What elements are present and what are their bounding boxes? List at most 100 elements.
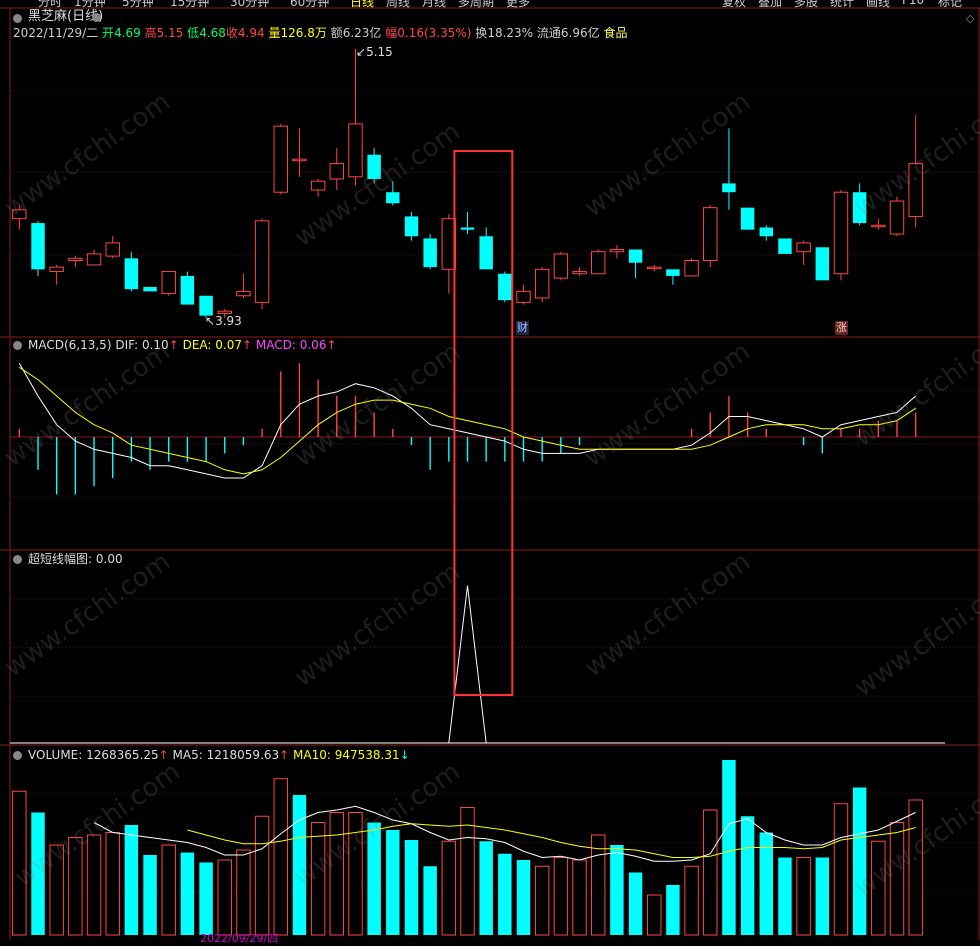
candle-body-up	[161, 271, 176, 295]
candle-body-up	[86, 253, 102, 266]
candle-body-up	[49, 266, 64, 273]
change-label: 幅	[385, 26, 398, 40]
candle-body-up	[833, 191, 849, 275]
candle-body-down	[31, 223, 45, 270]
chaoduan-collapse-icon[interactable]	[13, 553, 22, 567]
volume-bar-up	[49, 844, 64, 936]
vol-arrow: ↑	[158, 748, 169, 762]
volume-bar-down	[124, 825, 139, 935]
close-value: 4.94	[237, 26, 265, 40]
low-label: 低	[187, 26, 200, 40]
volume-bar-up	[889, 822, 905, 936]
volume-bar-up	[329, 812, 345, 936]
volume-bar-down	[610, 845, 624, 935]
candle-body-up	[348, 123, 363, 178]
ma10-value: 947538.31	[334, 748, 400, 762]
volume-bar-up	[534, 865, 550, 936]
date: 2022/11/29/二	[13, 26, 99, 40]
candle-body-down	[199, 295, 213, 316]
ma5-label: MA5:	[172, 748, 203, 762]
volume-bar-down	[516, 860, 531, 935]
candle-body-up	[889, 200, 905, 235]
candle-body-down	[815, 247, 830, 281]
volume-bar-up	[86, 834, 102, 936]
macd-arrow: ↑	[326, 338, 337, 352]
candle-body-down	[722, 183, 736, 193]
volume-bar-up	[684, 865, 699, 936]
vol-name: VOLUME:	[28, 748, 83, 762]
candle-body-down	[460, 227, 475, 230]
volume-bar-up	[161, 844, 176, 936]
volume-bar-up	[105, 832, 120, 936]
candle-body-up	[273, 125, 288, 193]
volume-bar-up	[348, 812, 363, 936]
dea-value: 0.07	[215, 338, 242, 352]
financial-report-badge[interactable]: 财	[516, 321, 529, 335]
volume-bar-up	[254, 815, 270, 936]
volume-bar-up	[703, 809, 718, 936]
dif-label: DIF:	[115, 338, 139, 352]
chaoduan-header: 超短线幅图: 0.00	[28, 552, 123, 566]
volume-bar-up	[553, 857, 569, 936]
candle-body-up	[684, 260, 699, 277]
candle-body-up	[796, 242, 811, 253]
turnover-value: 18.23%	[487, 26, 534, 40]
collapse-icon[interactable]	[13, 11, 22, 25]
candle-body-down	[740, 207, 755, 230]
chaoduan-line	[19, 585, 916, 744]
volume-bar-up	[273, 778, 288, 936]
high-label: 高	[144, 26, 157, 40]
max-price-marker: ↙5.15	[356, 45, 393, 59]
volume-bar-down	[722, 760, 736, 935]
candle-body-up	[329, 163, 345, 180]
candle-body-down	[852, 192, 867, 224]
candle-body-up	[609, 249, 625, 253]
candle-body-down	[124, 258, 139, 290]
diamond-icon[interactable]: ◇	[966, 12, 974, 26]
volume-bar-down	[180, 852, 195, 935]
volume-bar-down	[404, 840, 419, 935]
candle-body-down	[386, 192, 400, 204]
volume-bar-up	[833, 803, 849, 936]
candle-body-up	[534, 268, 550, 299]
volume-bar-up	[441, 840, 457, 936]
volume-bar-down	[740, 816, 755, 935]
macd-collapse-icon[interactable]	[13, 339, 22, 353]
volume-collapse-icon[interactable]	[13, 749, 22, 763]
candle-body-down	[759, 227, 773, 237]
ma5-arrow: ↑	[279, 748, 290, 762]
volume-label: 量	[268, 26, 281, 40]
max-price-value: 5.15	[366, 45, 393, 59]
bottom-date: 2022/09/29/四	[200, 932, 279, 945]
volume-bar-up	[217, 859, 232, 936]
macd-name: MACD(6,13,5)	[28, 338, 112, 352]
min-price-marker: ↖3.93	[205, 314, 242, 328]
volume-bar-down	[852, 787, 867, 935]
candle-body-down	[143, 286, 157, 292]
limit-up-badge[interactable]: 涨	[835, 321, 848, 335]
volume-bar-up	[647, 894, 662, 936]
macd-value: 0.06	[299, 338, 327, 352]
candle-body-up	[908, 163, 923, 217]
candle-body-up	[647, 266, 662, 270]
candle-body-up	[310, 180, 326, 191]
open-value: 4.69	[114, 26, 141, 40]
chaoduan-name: 超短线幅图	[28, 552, 89, 566]
candle-body-up	[68, 257, 83, 262]
amount-label: 额	[330, 26, 343, 40]
volume-bar-up	[908, 799, 923, 936]
settings-icon[interactable]	[92, 11, 101, 25]
ma10-label: MA10:	[293, 748, 331, 762]
sector-link[interactable]: 食品	[603, 26, 627, 40]
chaoduan-value: : 0.00	[88, 552, 123, 566]
volume-value: 126.8万	[280, 26, 327, 40]
volume-bar-up	[590, 834, 606, 936]
highlight-box	[453, 150, 514, 696]
volume-bar-down	[199, 862, 213, 935]
candle-body-up	[553, 253, 569, 279]
candle-body-up	[254, 220, 270, 303]
dif-arrow: ↑	[168, 338, 179, 352]
volume-bar-down	[479, 841, 493, 935]
chart-canvas	[0, 7, 980, 940]
volume-bar-down	[666, 885, 680, 935]
